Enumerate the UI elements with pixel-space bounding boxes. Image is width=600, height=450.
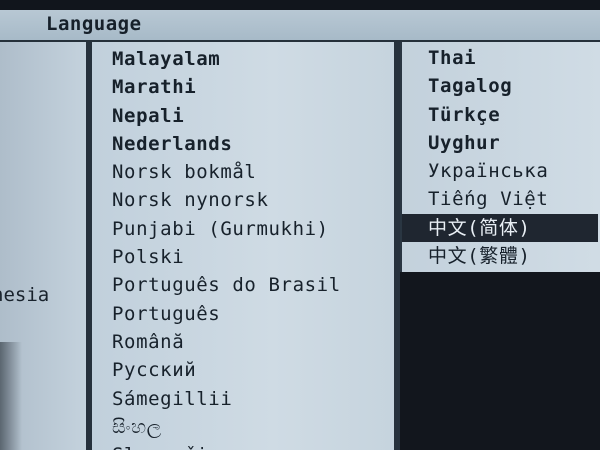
- language-list-middle: Malayalam Marathi Nepali Nederlands Nors…: [112, 45, 341, 450]
- language-item[interactable]: Română: [112, 328, 341, 356]
- language-item-selected[interactable]: 中文(简体): [402, 213, 598, 243]
- language-item[interactable]: Nepali: [112, 102, 341, 130]
- language-item[interactable]: Nederlands: [112, 130, 341, 158]
- language-item[interactable]: Malayalam: [112, 45, 341, 73]
- language-item[interactable]: 中文(繁體): [402, 242, 598, 271]
- language-item[interactable]: Tiếng Việt: [402, 185, 598, 213]
- title-bar: Language: [0, 10, 600, 42]
- language-item[interactable]: Norsk nynorsk: [112, 186, 341, 214]
- language-item[interactable]: Português do Brasil: [112, 271, 341, 299]
- language-item[interactable]: Русский: [112, 356, 341, 384]
- language-column-left: nesia: [0, 42, 89, 450]
- language-item[interactable]: Português: [112, 300, 341, 328]
- language-selection-screen: Language nesia Malayalam Marathi Nepali …: [0, 0, 600, 450]
- language-column-right: Thai Tagalog Türkçe Uyghur Українська Ti…: [400, 42, 600, 450]
- language-list-right: Thai Tagalog Türkçe Uyghur Українська Ti…: [402, 44, 598, 271]
- language-item[interactable]: Tagalog: [402, 72, 598, 100]
- column-divider: [86, 42, 92, 450]
- language-item[interactable]: Sámegillii: [112, 385, 341, 413]
- language-item[interactable]: Türkçe: [402, 101, 598, 129]
- language-item[interactable]: Thai: [402, 44, 598, 72]
- language-item[interactable]: Marathi: [112, 73, 341, 101]
- screen-glare: [0, 342, 22, 450]
- language-item-partial[interactable]: nesia: [0, 284, 49, 306]
- language-item[interactable]: Norsk bokmål: [112, 158, 341, 186]
- language-item[interactable]: Punjabi (Gurmukhi): [112, 215, 341, 243]
- dialog-title: Language: [46, 13, 142, 35]
- language-item[interactable]: සිංහල: [112, 413, 341, 441]
- language-column-middle: Malayalam Marathi Nepali Nederlands Nors…: [92, 42, 394, 450]
- language-item[interactable]: Slovenčina: [112, 441, 341, 450]
- language-item[interactable]: Українська: [402, 157, 598, 185]
- language-item[interactable]: Polski: [112, 243, 341, 271]
- language-item[interactable]: Uyghur: [402, 129, 598, 157]
